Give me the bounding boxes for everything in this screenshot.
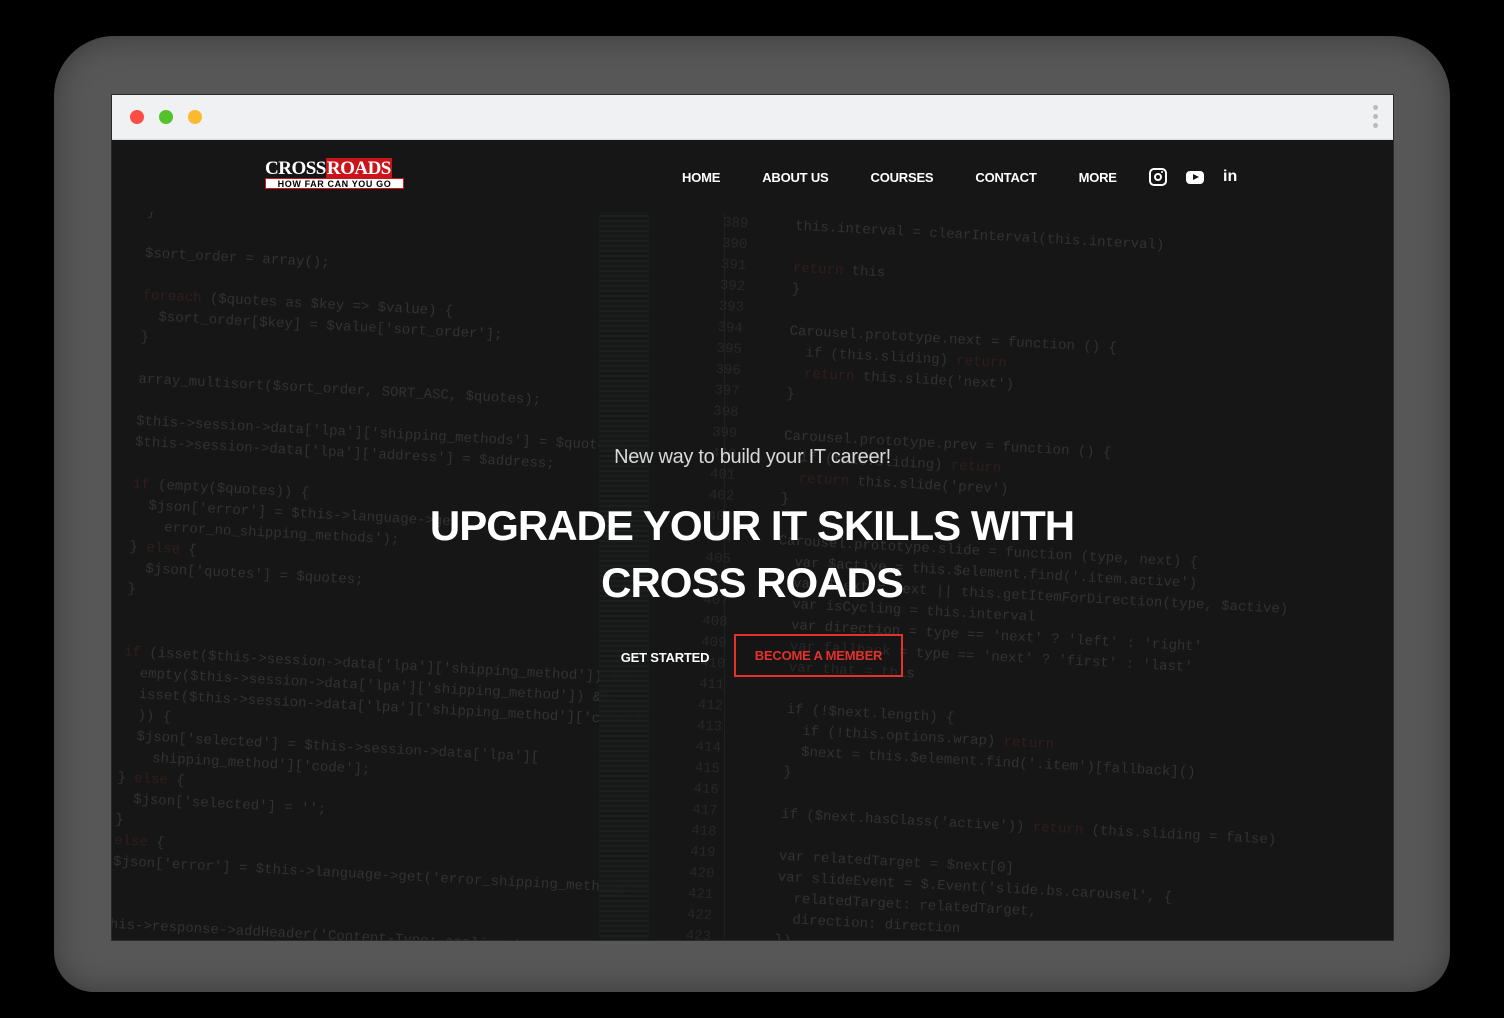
hero-subtitle: New way to build your IT career! (614, 446, 891, 468)
linkedin-icon[interactable]: in (1223, 168, 1241, 186)
nav-about-us-link[interactable]: ABOUT US (762, 170, 828, 185)
site-navbar: CROSSROADS HOW FAR CAN YOU GO HOME ABOUT… (112, 140, 1393, 212)
more-options-icon[interactable] (1373, 105, 1379, 129)
nav-more-link[interactable]: MORE (1079, 170, 1117, 185)
social-links: in (1149, 168, 1260, 186)
youtube-icon[interactable] (1186, 171, 1204, 184)
become-a-member-button[interactable]: BECOME A MEMBER (734, 634, 903, 677)
nav-contact-link[interactable]: CONTACT (975, 170, 1036, 185)
maximize-window-button[interactable] (159, 110, 173, 124)
logo-roads-text: ROADS (325, 158, 392, 179)
browser-titlebar (112, 95, 1393, 140)
hero-title: UPGRADE YOUR IT SKILLS WITH CROSS ROADS (429, 502, 1075, 606)
close-window-button[interactable] (130, 110, 144, 124)
minimize-window-button[interactable] (188, 110, 202, 124)
nav-courses-link[interactable]: COURSES (871, 170, 934, 185)
page-viewport: } $sort_order = array(); foreach ($quote… (112, 140, 1393, 940)
logo-wordmark: CROSSROADS (265, 158, 404, 179)
nav-home-link[interactable]: HOME (682, 170, 720, 185)
instagram-icon[interactable] (1149, 168, 1167, 186)
logo-cross-text: CROSS (265, 158, 326, 179)
browser-window: } $sort_order = array(); foreach ($quote… (112, 95, 1393, 940)
main-nav: HOME ABOUT US COURSES CONTACT MORE (682, 170, 1159, 185)
logo-tagline: HOW FAR CAN YOU GO (265, 178, 404, 189)
get-started-button[interactable]: GET STARTED (610, 646, 720, 670)
crossroads-logo[interactable]: CROSSROADS HOW FAR CAN YOU GO (265, 158, 405, 191)
